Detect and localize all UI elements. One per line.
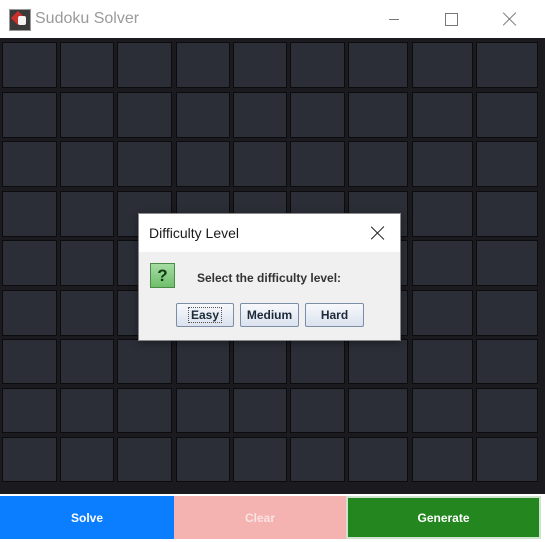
grid-cell[interactable] [117, 388, 172, 433]
grid-cell[interactable] [476, 92, 538, 138]
grid-cell[interactable] [233, 388, 287, 433]
grid-cell[interactable] [412, 388, 473, 433]
grid-cell[interactable] [476, 388, 538, 433]
grid-cell[interactable] [412, 191, 473, 237]
grid-cell[interactable] [290, 339, 345, 384]
grid-cell[interactable] [348, 42, 408, 88]
grid-cell[interactable] [412, 290, 473, 336]
grid-cell[interactable] [290, 388, 345, 433]
grid-cell[interactable] [117, 437, 172, 482]
grid-cell[interactable] [2, 339, 57, 384]
close-button[interactable] [484, 0, 536, 38]
grid-cell[interactable] [2, 388, 57, 433]
grid-cell[interactable] [60, 339, 114, 384]
grid-cell[interactable] [2, 240, 57, 286]
grid-cell[interactable] [348, 388, 408, 433]
grid-cell[interactable] [176, 339, 230, 384]
grid-cell[interactable] [176, 42, 230, 88]
window-title: Sudoku Solver [35, 10, 140, 27]
grid-cell[interactable] [290, 141, 345, 187]
hard-button[interactable]: Hard [305, 303, 364, 327]
action-bar: Solve Clear Generate [0, 494, 545, 542]
grid-cell[interactable] [476, 240, 538, 286]
grid-cell[interactable] [60, 141, 114, 187]
grid-cell[interactable] [60, 290, 114, 336]
grid-cell[interactable] [176, 92, 230, 138]
grid-cell[interactable] [233, 339, 287, 384]
grid-cell[interactable] [412, 92, 473, 138]
grid-cell[interactable] [60, 240, 114, 286]
minimize-icon [389, 18, 399, 20]
grid-cell[interactable] [233, 437, 287, 482]
close-icon [503, 12, 517, 26]
grid-cell[interactable] [476, 191, 538, 237]
dialog-close-icon[interactable] [370, 225, 386, 241]
title-bar: Sudoku Solver [0, 0, 545, 39]
grid-cell[interactable] [233, 42, 287, 88]
grid-cell[interactable] [233, 141, 287, 187]
grid-cell[interactable] [476, 339, 538, 384]
grid-cell[interactable] [2, 141, 57, 187]
grid-cell[interactable] [348, 92, 408, 138]
grid-cell[interactable] [476, 141, 538, 187]
difficulty-dialog: Difficulty Level ? Select the difficulty… [138, 213, 401, 341]
grid-cell[interactable] [60, 42, 114, 88]
question-icon: ? [150, 263, 175, 288]
grid-cell[interactable] [290, 42, 345, 88]
grid-cell[interactable] [117, 339, 172, 384]
grid-cell[interactable] [233, 92, 287, 138]
grid-cell[interactable] [176, 141, 230, 187]
medium-button[interactable]: Medium [240, 303, 299, 327]
grid-cell[interactable] [176, 437, 230, 482]
grid-cell[interactable] [290, 92, 345, 138]
app-icon [9, 9, 31, 31]
minimize-button[interactable] [368, 0, 420, 38]
grid-cell[interactable] [117, 42, 172, 88]
generate-button[interactable]: Generate [346, 496, 541, 539]
grid-cell[interactable] [117, 92, 172, 138]
grid-cell[interactable] [476, 437, 538, 482]
maximize-button[interactable] [425, 0, 477, 38]
clear-button[interactable]: Clear [174, 496, 346, 539]
grid-cell[interactable] [412, 42, 473, 88]
grid-cell[interactable] [412, 339, 473, 384]
grid-cell[interactable] [476, 290, 538, 336]
grid-cell[interactable] [117, 141, 172, 187]
grid-cell[interactable] [2, 42, 57, 88]
solve-button[interactable]: Solve [0, 496, 174, 539]
grid-cell[interactable] [60, 388, 114, 433]
dialog-title-bar: Difficulty Level [139, 214, 400, 252]
grid-cell[interactable] [412, 437, 473, 482]
grid-cell[interactable] [476, 42, 538, 88]
grid-cell[interactable] [412, 240, 473, 286]
grid-cell[interactable] [348, 339, 408, 384]
grid-cell[interactable] [60, 92, 114, 138]
dialog-title: Difficulty Level [149, 225, 240, 241]
grid-cell[interactable] [2, 437, 57, 482]
easy-button[interactable]: Easy [176, 303, 234, 327]
grid-cell[interactable] [60, 437, 114, 482]
grid-cell[interactable] [2, 191, 57, 237]
grid-cell[interactable] [412, 141, 473, 187]
dialog-message: Select the difficulty level: [197, 271, 342, 285]
grid-cell[interactable] [2, 92, 57, 138]
grid-cell[interactable] [348, 141, 408, 187]
grid-cell[interactable] [290, 437, 345, 482]
grid-cell[interactable] [348, 437, 408, 482]
grid-cell[interactable] [176, 388, 230, 433]
grid-cell[interactable] [60, 191, 114, 237]
maximize-icon [444, 12, 458, 26]
easy-button-label: Easy [187, 307, 223, 323]
grid-cell[interactable] [2, 290, 57, 336]
